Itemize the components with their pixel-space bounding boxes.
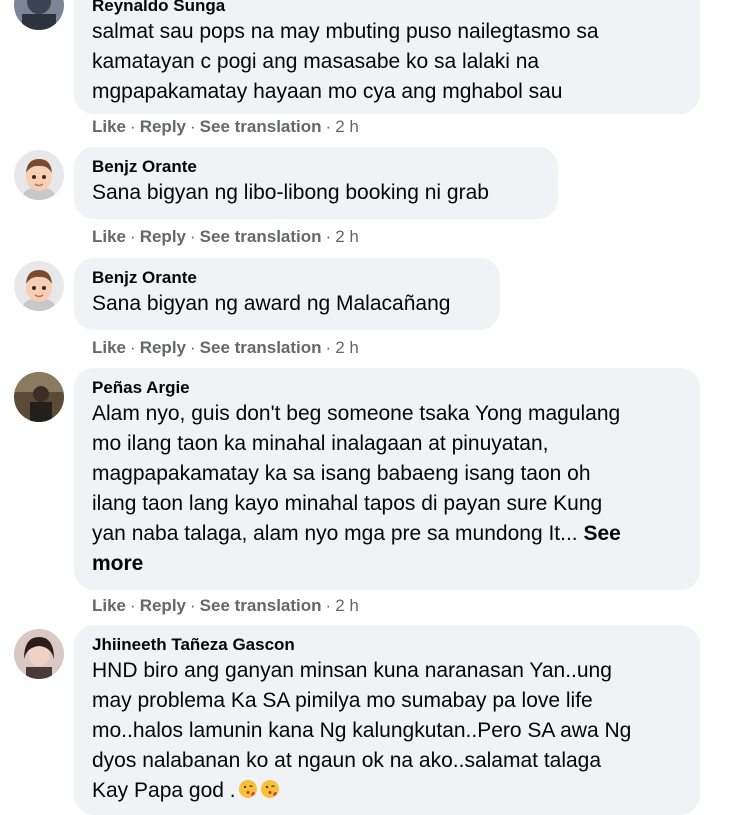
face-blowing-kiss-icon [260, 780, 279, 798]
avatar[interactable] [14, 261, 64, 311]
see-translation-link[interactable]: See translation [200, 227, 322, 246]
separator: · [130, 338, 136, 357]
see-translation-link[interactable]: See translation [200, 596, 322, 615]
see-more-link[interactable]: See [583, 522, 620, 545]
comment-text: salmat sau pops na may mbuting puso nail… [92, 20, 599, 103]
like-button[interactable]: Like [92, 117, 126, 136]
separator: · [325, 227, 332, 246]
avatar[interactable] [14, 372, 64, 422]
like-button[interactable]: Like [92, 596, 126, 615]
timestamp[interactable]: 2 h [335, 596, 359, 615]
reply-button[interactable]: Reply [140, 338, 186, 357]
avatar-cartoon-icon [14, 261, 64, 311]
separator: · [325, 596, 332, 615]
avatar-photo-icon [14, 372, 64, 422]
comment-body: HND biro ang ganyan minsan kuna naranasa… [92, 659, 632, 802]
avatar-cartoon-icon [14, 150, 64, 200]
timestamp[interactable]: 2 h [335, 117, 359, 136]
separator: · [190, 117, 196, 136]
separator: · [130, 227, 136, 246]
comment-bubble: Reynaldo Sunga salmat sau pops na may mb… [74, 0, 700, 114]
face-blowing-kiss-icon [238, 780, 257, 798]
comment-author[interactable]: Jhiineeth Tañeza Gascon [92, 634, 682, 656]
comment-author[interactable]: Benjz Orante [92, 267, 482, 289]
comment-body: Alam nyo, guis don't beg someone tsaka Y… [92, 402, 621, 545]
avatar[interactable] [14, 0, 64, 30]
avatar-photo-icon [14, 629, 64, 679]
separator: · [325, 338, 332, 357]
comment-actions: Like · Reply · See translation · 2 h [92, 227, 359, 247]
reply-button[interactable]: Reply [140, 596, 186, 615]
comment-author[interactable]: Reynaldo Sunga [92, 0, 682, 17]
comment-actions: Like · Reply · See translation · 2 h [92, 117, 359, 137]
comment-text: Sana bigyan ng libo-libong booking ni gr… [92, 181, 489, 204]
comment-text: Alam nyo, guis don't beg someone tsaka Y… [92, 399, 682, 579]
separator: · [130, 596, 136, 615]
see-more-link-continuation[interactable]: more [92, 552, 143, 575]
separator: · [325, 117, 332, 136]
reply-button[interactable]: Reply [140, 117, 186, 136]
separator: · [190, 338, 196, 357]
comment-text: Sana bigyan ng award ng Malacañang [92, 292, 451, 315]
timestamp[interactable]: 2 h [335, 227, 359, 246]
avatar[interactable] [14, 150, 64, 200]
comment-author[interactable]: Benjz Orante [92, 156, 540, 178]
comment-bubble: Jhiineeth Tañeza Gascon HND biro ang gan… [74, 625, 700, 815]
avatar[interactable] [14, 629, 64, 679]
comment-author[interactable]: Peñas Argie [92, 377, 682, 399]
avatar-photo-icon [14, 0, 64, 30]
separator: · [130, 117, 136, 136]
timestamp[interactable]: 2 h [335, 338, 359, 357]
separator: · [190, 227, 196, 246]
comment-actions: Like · Reply · See translation · 2 h [92, 338, 359, 358]
reply-button[interactable]: Reply [140, 227, 186, 246]
like-button[interactable]: Like [92, 338, 126, 357]
comment-bubble: Benjz Orante Sana bigyan ng award ng Mal… [74, 258, 500, 330]
see-translation-link[interactable]: See translation [200, 338, 322, 357]
comment-text: HND biro ang ganyan minsan kuna naranasa… [92, 656, 682, 806]
comment-bubble: Benjz Orante Sana bigyan ng libo-libong … [74, 147, 558, 219]
separator: · [190, 596, 196, 615]
see-translation-link[interactable]: See translation [200, 117, 322, 136]
comment-bubble: Peñas Argie Alam nyo, guis don't beg som… [74, 368, 700, 590]
comment-actions: Like · Reply · See translation · 2 h [92, 596, 359, 616]
like-button[interactable]: Like [92, 227, 126, 246]
